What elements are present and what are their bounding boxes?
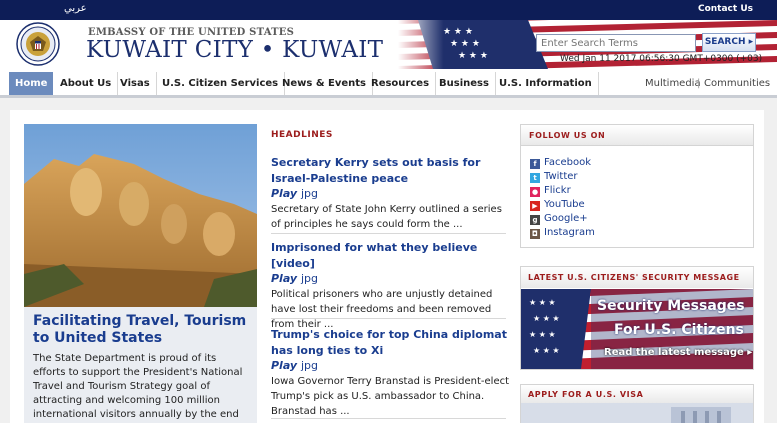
- social-link-youtube[interactable]: ▶ YouTube: [530, 198, 585, 212]
- follow-us-heading: FOLLOW US ON: [529, 131, 606, 140]
- nav-resources[interactable]: Resources: [365, 72, 437, 95]
- play-link[interactable]: Play: [271, 359, 297, 372]
- nav-multimedia[interactable]: Multimedia: [645, 72, 701, 95]
- arabic-language-link[interactable]: عربي: [64, 3, 87, 14]
- youtube-icon: ▶: [530, 201, 540, 211]
- social-link-label: Instagram: [544, 227, 595, 238]
- svg-text:★ ★ ★: ★ ★ ★: [529, 330, 556, 339]
- nav-divider-bar: [0, 95, 777, 98]
- social-link-label: Flickr: [544, 185, 571, 196]
- feature-body: The State Department is proud of its eff…: [33, 353, 243, 420]
- headline-divider: [271, 318, 506, 319]
- headline-divider: [271, 418, 506, 419]
- jpg-link[interactable]: jpg: [301, 359, 318, 372]
- social-link-google[interactable]: g Google+: [530, 212, 588, 226]
- nav-visas[interactable]: Visas: [114, 72, 157, 95]
- top-bar: عربي Contact Us: [0, 0, 777, 20]
- social-link-label: Facebook: [544, 157, 591, 168]
- story-media-links: Play jpg: [271, 272, 511, 286]
- svg-text:★ ★ ★: ★ ★ ★: [533, 346, 560, 355]
- security-message-heading: LATEST U.S. CITIZENS' SECURITY MESSAGE: [528, 273, 740, 282]
- headline-divider: [271, 233, 506, 234]
- read-latest-message-link[interactable]: Read the latest message ▸: [604, 347, 752, 358]
- jpg-link[interactable]: jpg: [301, 272, 318, 285]
- twitter-icon: t: [530, 173, 540, 183]
- play-link[interactable]: Play: [271, 187, 297, 200]
- play-link[interactable]: Play: [271, 272, 297, 285]
- social-link-label: YouTube: [544, 199, 585, 210]
- current-datetime: Wed Jan 11 2017 06:56:30 GMT+0300 (+03): [560, 54, 763, 64]
- security-banner-line-1: Security Messages: [597, 298, 745, 314]
- headline-story: Trump's choice for top China diplomat ha…: [271, 327, 511, 419]
- social-link-label: Twitter: [544, 171, 578, 182]
- googleplus-icon: g: [530, 215, 540, 225]
- nav-communities[interactable]: Communities: [704, 72, 770, 95]
- nav-us-information[interactable]: U.S. Information: [493, 72, 599, 95]
- social-link-instagram[interactable]: ◘ Instagram: [530, 226, 595, 240]
- social-link-twitter[interactable]: t Twitter: [530, 170, 578, 184]
- apply-visa-heading[interactable]: APPLY FOR A U.S. VISA: [528, 390, 643, 399]
- security-banner-line-2: For U.S. Citizens: [614, 322, 744, 338]
- nav-divider: |: [697, 78, 701, 89]
- nav-about-us[interactable]: About Us: [54, 72, 119, 95]
- feature-title[interactable]: Facilitating Travel, Tourism to United S…: [33, 313, 253, 347]
- social-link-label: Google+: [544, 213, 588, 224]
- story-description: Political prisoners who are unjustly det…: [271, 289, 493, 330]
- nav-home[interactable]: Home: [9, 72, 53, 95]
- social-link-facebook[interactable]: f Facebook: [530, 156, 591, 170]
- jpg-link[interactable]: jpg: [301, 187, 318, 200]
- nav-us-citizen-services[interactable]: U.S. Citizen Services: [156, 72, 286, 95]
- nav-news-events[interactable]: News & Events: [276, 72, 374, 95]
- story-title[interactable]: Secretary Kerry sets out basis for Israe…: [271, 155, 511, 187]
- svg-text:★ ★ ★: ★ ★ ★: [529, 298, 556, 307]
- site-header: EMBASSY OF THE UNITED STATES KUWAIT CITY…: [0, 20, 777, 69]
- headlines-heading: HEADLINES: [271, 130, 333, 140]
- visa-banner-image[interactable]: [521, 403, 753, 423]
- story-description: Iowa Governor Terry Branstad is Presiden…: [271, 376, 510, 417]
- mount-rushmore-photo[interactable]: [24, 124, 257, 307]
- instagram-icon: ◘: [530, 229, 540, 239]
- story-title[interactable]: Trump's choice for top China diplomat ha…: [271, 327, 511, 359]
- story-media-links: Play jpg: [271, 187, 511, 201]
- headline-story: Secretary Kerry sets out basis for Israe…: [271, 155, 511, 232]
- story-description: Secretary of State John Kerry outlined a…: [271, 204, 502, 230]
- search-button[interactable]: SEARCH ▸: [702, 33, 756, 52]
- search-input[interactable]: [536, 34, 696, 52]
- facebook-icon: f: [530, 159, 540, 169]
- svg-text:★ ★ ★: ★ ★ ★: [533, 314, 560, 323]
- flickr-icon: ●: [530, 187, 540, 197]
- social-link-flickr[interactable]: ● Flickr: [530, 184, 571, 198]
- story-media-links: Play jpg: [271, 359, 511, 373]
- story-title[interactable]: Imprisoned for what they believe [video]: [271, 240, 511, 272]
- main-navigation: Home About Us Visas U.S. Citizen Service…: [0, 69, 777, 95]
- nav-business[interactable]: Business: [433, 72, 496, 95]
- contact-us-link[interactable]: Contact Us: [698, 4, 753, 14]
- embassy-seal-icon[interactable]: [16, 22, 60, 66]
- site-title[interactable]: KUWAIT CITY • KUWAIT: [86, 37, 383, 63]
